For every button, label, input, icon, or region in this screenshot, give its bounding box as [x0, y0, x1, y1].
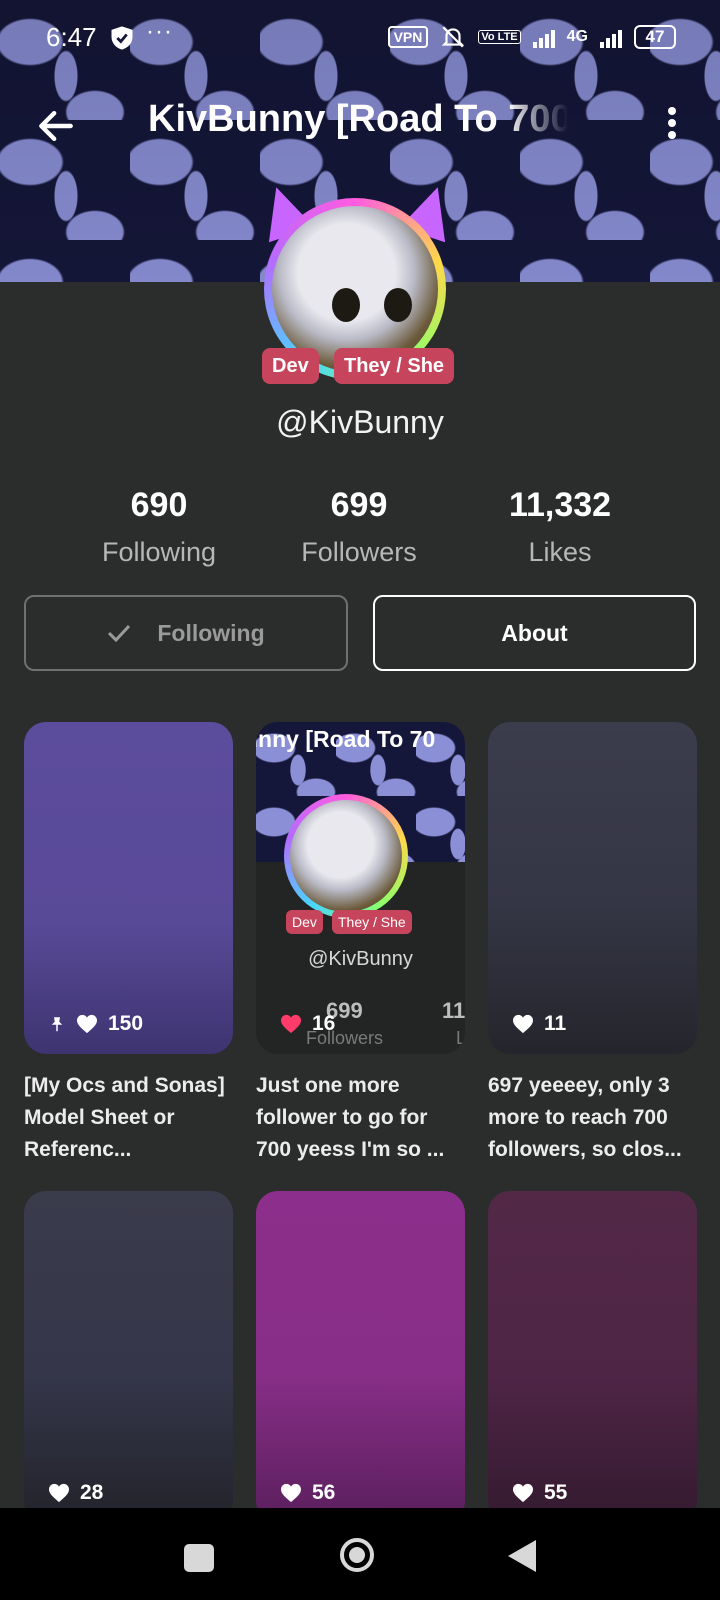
post-card[interactable]: 28 [24, 1191, 233, 1523]
stat-following[interactable]: 690 Following [69, 486, 249, 568]
network-type: 4G [566, 28, 588, 45]
preview-username: @KivBunny [308, 948, 413, 970]
post-meta: 11 [512, 1012, 566, 1036]
system-nav-bar [0, 1508, 720, 1600]
stat-following-label: Following [101, 537, 217, 567]
shield-icon [111, 26, 133, 50]
status-bar: 6:47 ··· VPN Vo LTE 4G 47 [0, 0, 720, 78]
heart-icon [77, 1014, 97, 1034]
tag-pronouns: They / She [334, 348, 455, 384]
top-bar: KivBunny [Road To 700 [0, 88, 720, 160]
bell-muted-icon [442, 26, 465, 48]
post-card[interactable]: unny [Road To 70 Dev They / She @KivBunn… [256, 722, 465, 1054]
recents-button[interactable] [184, 1544, 214, 1572]
stat-likes[interactable]: 11,332 Likes [470, 486, 650, 568]
vpn-indicator: VPN [387, 26, 429, 48]
system-back-button[interactable] [508, 1540, 536, 1572]
heart-icon [281, 1483, 301, 1503]
following-button[interactable]: Following [24, 595, 348, 671]
post-meta: 56 [280, 1481, 335, 1505]
following-button-label: Following [157, 619, 265, 646]
preview-avatar [290, 800, 402, 912]
status-time: 6:47 [46, 22, 97, 52]
stat-likes-label: Likes [528, 537, 592, 567]
post-card[interactable]: 150 [24, 722, 233, 1054]
page-title: KivBunny [Road To 700 [148, 98, 568, 140]
post-card[interactable]: 11 [488, 722, 697, 1054]
preview-tag-pronouns: They / She [332, 910, 412, 934]
about-button-label: About [501, 619, 568, 646]
back-arrow-icon[interactable] [34, 104, 78, 148]
post-meta: 16 [280, 1012, 335, 1036]
more-options-icon[interactable] [654, 104, 690, 148]
heart-icon [513, 1483, 533, 1503]
heart-icon [513, 1014, 533, 1034]
preview-tag-dev: Dev [286, 910, 323, 934]
tag-dev: Dev [262, 348, 319, 384]
post-likes: 28 [80, 1481, 104, 1504]
about-button[interactable]: About [373, 595, 696, 671]
post-likes: 11 [544, 1012, 567, 1035]
stat-likes-value: 11,332 [508, 486, 612, 524]
signal-icon [532, 26, 555, 48]
post-likes: 16 [312, 1012, 336, 1035]
post-card[interactable]: 56 [256, 1191, 465, 1523]
post-meta: 28 [48, 1481, 103, 1505]
stat-followers-label: Followers [301, 537, 417, 567]
post-caption[interactable]: [My Ocs and Sonas] Model Sheet or Refere… [24, 1070, 236, 1166]
post-likes: 56 [312, 1481, 336, 1504]
username: @KivBunny [276, 404, 444, 440]
status-right: VPN Vo LTE 4G 47 [387, 24, 676, 50]
more-notifications-icon: ··· [146, 18, 173, 45]
preview-likes-count: 11 [442, 998, 465, 1023]
home-button[interactable] [340, 1538, 374, 1572]
post-caption[interactable]: 697 yeeeey, only 3 more to reach 700 fol… [488, 1070, 700, 1166]
post-meta: 55 [512, 1481, 567, 1505]
stat-following-value: 690 [130, 486, 188, 524]
volte-indicator: Vo LTE [478, 30, 521, 44]
post-meta: 150 [48, 1012, 143, 1036]
preview-likes-label: L [456, 1028, 465, 1048]
heart-icon [49, 1483, 69, 1503]
post-likes: 150 [108, 1012, 144, 1035]
checkmark-icon [108, 624, 131, 642]
heart-filled-icon [281, 1014, 301, 1034]
stat-followers[interactable]: 699 Followers [269, 486, 449, 568]
stat-followers-value: 699 [330, 486, 388, 524]
post-caption[interactable]: Just one more follower to go for 700 yee… [256, 1070, 468, 1166]
post-card[interactable]: 55 [488, 1191, 697, 1523]
battery-icon: 47 [634, 25, 676, 49]
pin-icon [51, 1017, 63, 1032]
signal-icon-2 [600, 26, 622, 48]
preview-title: unny [Road To 70 [256, 726, 436, 752]
post-likes: 55 [544, 1481, 568, 1504]
